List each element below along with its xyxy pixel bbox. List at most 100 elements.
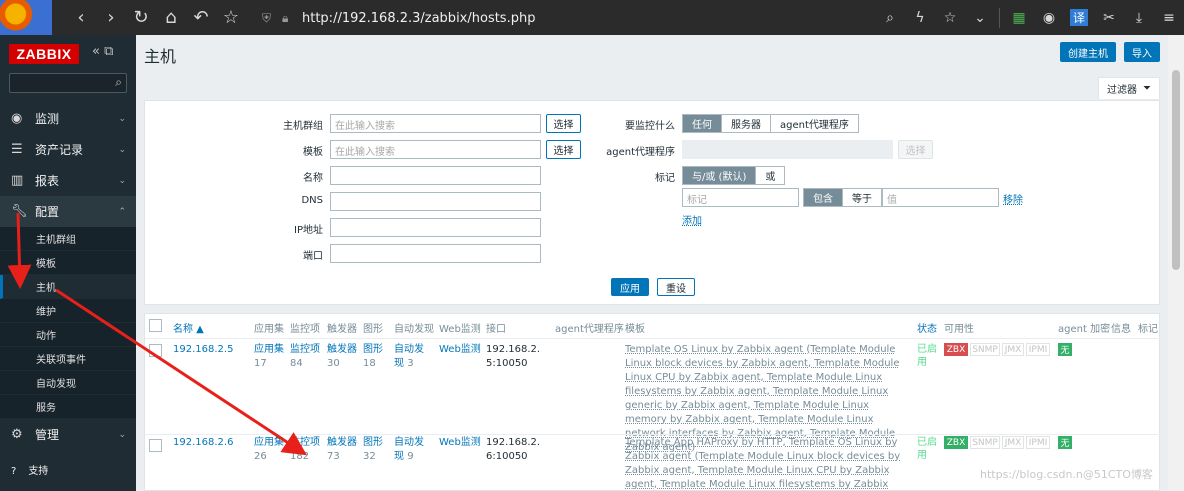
reset-button[interactable]: 重设 — [657, 278, 695, 296]
search-icon[interactable]: ⌕ — [875, 10, 905, 26]
submenu-maintenance[interactable]: 维护 — [0, 299, 136, 323]
row-checkbox[interactable] — [149, 344, 162, 357]
host-group-select-button[interactable]: 选择 — [546, 114, 581, 133]
host-name-link[interactable]: 192.168.2.5 — [173, 343, 233, 357]
items-label[interactable]: 监控项 — [290, 437, 320, 448]
select-all-checkbox[interactable] — [149, 319, 162, 332]
reload-icon[interactable]: ↻ — [126, 0, 156, 35]
menu-configuration[interactable]: 🔧︎ 配置 ⌃ — [0, 196, 136, 227]
items-link[interactable]: 监控项 182 — [290, 436, 324, 464]
tag-mode-or[interactable]: 或 — [756, 167, 785, 184]
translate-icon[interactable]: 译 — [1070, 9, 1088, 26]
sidebar: ZABBIX « ⧉ ⌕ ◉ 监测 ⌄ ☰ 资产记录 ⌄ ▥ 报表 ⌄ 🔧︎ 配… — [0, 35, 136, 491]
star-icon[interactable]: ☆ — [935, 10, 965, 26]
templates-text[interactable]: Template App HAProxy by HTTP, Template O… — [625, 437, 900, 490]
port-input[interactable] — [330, 244, 541, 263]
triggers-label[interactable]: 触发器 — [327, 437, 357, 448]
apps-icon[interactable]: ▦ — [1004, 10, 1034, 26]
submenu-host-groups[interactable]: 主机群组 — [0, 227, 136, 251]
col-name[interactable]: 名称 ▲ — [173, 320, 204, 335]
menu-inventory[interactable]: ☰ 资产记录 ⌄ — [0, 134, 136, 165]
undo-icon[interactable]: ↶ — [186, 0, 216, 35]
dns-input[interactable] — [330, 192, 541, 211]
applications-label[interactable]: 应用集 — [254, 437, 284, 448]
tag-mode-and-or[interactable]: 与/或 (默认) — [683, 167, 757, 184]
submenu-event-correlation[interactable]: 关联项事件 — [0, 347, 136, 371]
menu-reports[interactable]: ▥ 报表 ⌄ — [0, 165, 136, 196]
host-name[interactable]: 192.168.2.6 — [173, 437, 233, 448]
add-tag-link[interactable]: 添加 — [682, 212, 702, 227]
tag-op-equals[interactable]: 等于 — [843, 189, 881, 206]
vertical-scrollbar[interactable] — [1168, 35, 1184, 491]
graphs-link[interactable]: 图形 18 — [363, 343, 389, 371]
web-link[interactable]: Web监测 — [439, 436, 481, 450]
template-input[interactable]: 在此输入搜索 — [330, 140, 541, 159]
row-checkbox[interactable] — [149, 439, 162, 452]
tag-value-input[interactable]: 值 — [882, 188, 999, 207]
forward-icon[interactable]: › — [96, 0, 126, 35]
host-name[interactable]: 192.168.2.5 — [173, 344, 233, 355]
template-select-button[interactable]: 选择 — [546, 140, 581, 159]
menu-administration[interactable]: ⚙ 管理 ⌄ — [0, 419, 136, 450]
web-label[interactable]: Web监测 — [439, 437, 481, 448]
remove-tag-link[interactable]: 移除 — [1003, 191, 1023, 206]
submenu-services[interactable]: 服务 — [0, 395, 136, 419]
back-icon[interactable]: ‹ — [66, 0, 96, 35]
create-host-button[interactable]: 创建主机 — [1060, 42, 1116, 62]
status-enabled[interactable]: 已启用 — [917, 436, 941, 462]
applications-link[interactable]: 应用集 17 — [254, 343, 286, 371]
submenu-actions[interactable]: 动作 — [0, 323, 136, 347]
items-link[interactable]: 监控项 84 — [290, 343, 324, 371]
menu-monitoring[interactable]: ◉ 监测 ⌄ — [0, 103, 136, 134]
tag-op-contains[interactable]: 包含 — [804, 189, 843, 206]
home-icon[interactable]: ⌂ — [156, 0, 186, 35]
triggers-label[interactable]: 触发器 — [327, 344, 357, 355]
name-input[interactable] — [330, 166, 541, 185]
web-label[interactable]: Web监测 — [439, 344, 481, 355]
applications-link[interactable]: 应用集 26 — [254, 436, 286, 464]
items-label[interactable]: 监控项 — [290, 344, 320, 355]
sidebar-search-input[interactable]: ⌕ — [9, 73, 127, 93]
col-status-label[interactable]: 状态 — [917, 324, 937, 335]
main-menu: ◉ 监测 ⌄ ☰ 资产记录 ⌄ ▥ 报表 ⌄ 🔧︎ 配置 ⌃ 主机群组 模板 主… — [0, 103, 136, 450]
host-group-input[interactable]: 在此输入搜索 — [330, 114, 541, 133]
proxy-input — [682, 140, 893, 159]
support-link[interactable]: ? 支持 — [11, 462, 60, 477]
monitored-by-proxy[interactable]: agent代理程序 — [771, 115, 858, 132]
col-status[interactable]: 状态 — [917, 320, 937, 335]
discovery-link[interactable]: 自动发现 3 — [394, 343, 432, 371]
triggers-link[interactable]: 触发器 73 — [327, 436, 361, 464]
address-bar[interactable]: ⛨ 🔒︎ http://192.168.2.3/zabbix/hosts.php — [262, 6, 862, 30]
host-name-link[interactable]: 192.168.2.6 — [173, 436, 233, 450]
apply-button[interactable]: 应用 — [611, 278, 649, 296]
applications-label[interactable]: 应用集 — [254, 344, 284, 355]
scissors-icon[interactable]: ✂ — [1094, 10, 1124, 26]
submenu-hosts[interactable]: 主机 — [0, 275, 136, 299]
scrollbar-thumb[interactable] — [1172, 70, 1180, 270]
monitored-by-server[interactable]: 服务器 — [722, 115, 771, 132]
bolt-icon[interactable]: ϟ — [905, 10, 935, 26]
submenu-templates[interactable]: 模板 — [0, 251, 136, 275]
menu-icon[interactable]: ≡ — [1154, 10, 1184, 26]
bookmark-star-icon[interactable]: ☆ — [216, 0, 246, 35]
triggers-link[interactable]: 触发器 30 — [327, 343, 361, 371]
filter-tab[interactable]: 过滤器 ⏷ — [1098, 77, 1160, 99]
status-enabled[interactable]: 已启用 — [917, 343, 941, 369]
col-name-label[interactable]: 名称 ▲ — [173, 324, 204, 335]
graphs-link[interactable]: 图形 32 — [363, 436, 389, 464]
graphs-label[interactable]: 图形 — [363, 344, 383, 355]
chevron-down-icon[interactable]: ⌄ — [965, 10, 995, 26]
import-button[interactable]: 导入 — [1124, 42, 1160, 62]
web-link[interactable]: Web监测 — [439, 343, 481, 357]
download-icon[interactable]: ⤓ — [1124, 10, 1154, 26]
graphs-label[interactable]: 图形 — [363, 437, 383, 448]
monitored-by-any[interactable]: 任何 — [683, 115, 722, 132]
ip-input[interactable] — [330, 218, 541, 237]
discovery-link[interactable]: 自动发现 9 — [394, 436, 432, 464]
collapse-sidebar-icon[interactable]: « ⧉ — [92, 44, 113, 59]
globe-icon[interactable]: ◉ — [1034, 10, 1064, 26]
submenu-discovery[interactable]: 自动发现 — [0, 371, 136, 395]
search-icon[interactable]: ⌕ — [115, 75, 122, 90]
tag-name-input[interactable]: 标记 — [682, 188, 799, 207]
zabbix-logo[interactable]: ZABBIX — [9, 44, 79, 64]
